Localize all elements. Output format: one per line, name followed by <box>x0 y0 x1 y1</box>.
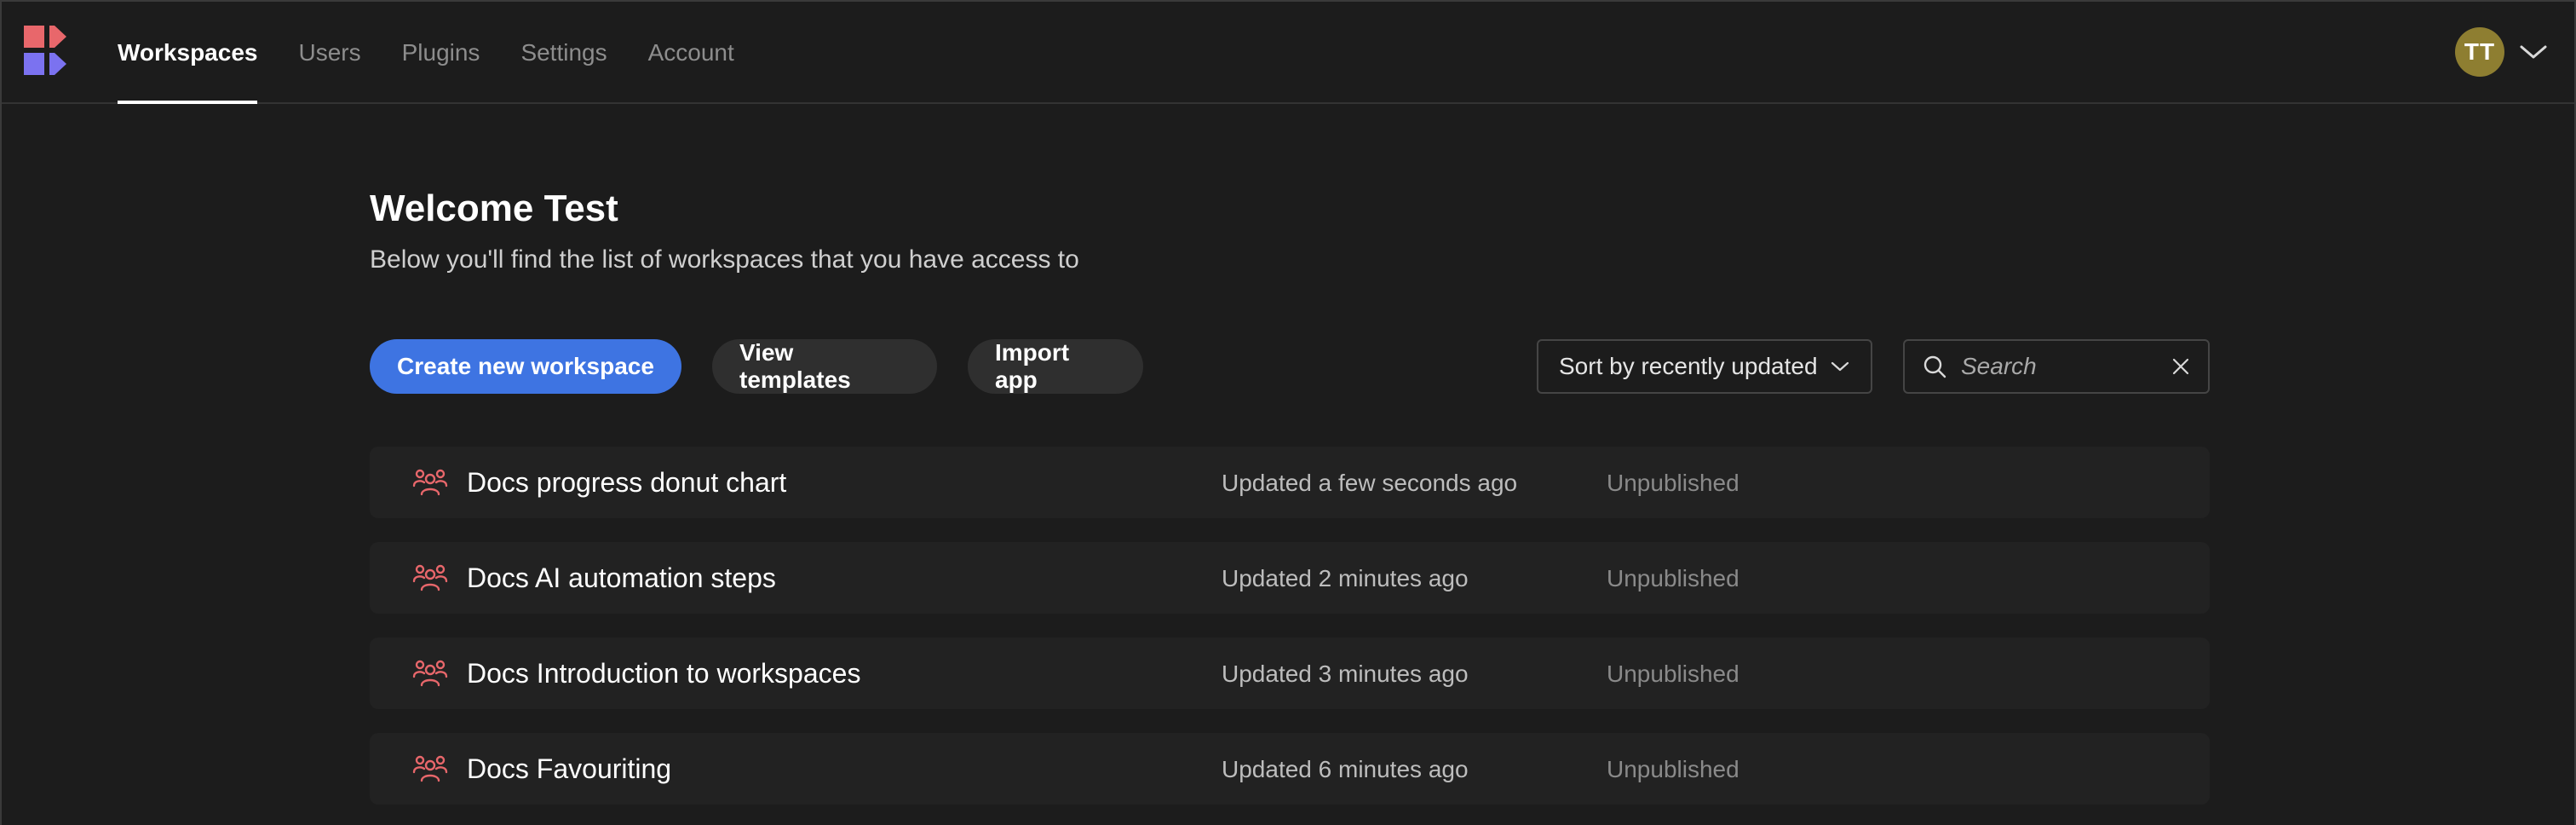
page-title: Welcome Test <box>370 188 618 229</box>
users-group-icon <box>412 660 448 687</box>
tab-workspaces[interactable]: Workspaces <box>118 2 258 104</box>
tab-settings[interactable]: Settings <box>520 2 607 104</box>
workspace-row[interactable]: Docs Introduction to workspaces Updated … <box>370 638 2210 709</box>
import-app-button[interactable]: Import app <box>968 339 1143 394</box>
workspace-status: Unpublished <box>1607 470 1739 496</box>
close-icon[interactable] <box>2171 356 2191 377</box>
tab-users[interactable]: Users <box>298 2 360 104</box>
avatar[interactable]: TT <box>2455 27 2504 77</box>
user-menu[interactable]: TT <box>2455 27 2549 77</box>
tab-plugins[interactable]: Plugins <box>402 2 480 104</box>
workspace-list: Docs progress donut chart Updated a few … <box>370 447 2210 825</box>
workspace-updated: Updated 3 minutes ago <box>1222 661 1469 687</box>
workspace-name[interactable]: Docs Favouriting <box>467 753 671 785</box>
users-group-icon <box>412 469 448 496</box>
workspace-status: Unpublished <box>1607 565 1739 591</box>
search-input[interactable] <box>1961 353 2160 380</box>
workspace-updated: Updated a few seconds ago <box>1222 470 1518 496</box>
workspace-name[interactable]: Docs Introduction to workspaces <box>467 658 860 689</box>
workspace-name[interactable]: Docs AI automation steps <box>467 562 776 594</box>
workspace-name[interactable]: Docs progress donut chart <box>467 467 786 499</box>
chevron-down-icon[interactable] <box>2518 42 2549 62</box>
users-group-icon <box>412 564 448 591</box>
action-buttons: Create new workspace View templates Impo… <box>370 339 1174 394</box>
app-root: Workspaces Users Plugins Settings Accoun… <box>0 0 2576 825</box>
sort-dropdown[interactable]: Sort by recently updated <box>1537 339 1872 394</box>
workspace-updated: Updated 2 minutes ago <box>1222 565 1469 591</box>
page-subtitle: Below you'll find the list of workspaces… <box>370 245 1079 274</box>
search-icon <box>1923 355 1946 378</box>
workspace-row[interactable]: Docs progress donut chart Updated a few … <box>370 447 2210 518</box>
workspace-row[interactable]: Docs Favouriting Updated 6 minutes ago U… <box>370 733 2210 805</box>
workspace-status: Unpublished <box>1607 756 1739 782</box>
workspace-updated: Updated 6 minutes ago <box>1222 756 1469 782</box>
tab-account[interactable]: Account <box>648 2 734 104</box>
search-box[interactable] <box>1903 339 2210 394</box>
logo-icon[interactable] <box>24 26 77 78</box>
sort-label: Sort by recently updated <box>1559 353 1818 379</box>
workspace-row[interactable]: Docs AI automation steps Updated 2 minut… <box>370 542 2210 614</box>
create-workspace-button[interactable]: Create new workspace <box>370 339 681 394</box>
top-navigation: Workspaces Users Plugins Settings Accoun… <box>2 2 2574 104</box>
workspace-status: Unpublished <box>1607 661 1739 687</box>
view-templates-button[interactable]: View templates <box>712 339 937 394</box>
chevron-down-icon <box>1831 361 1849 372</box>
users-group-icon <box>412 755 448 782</box>
nav-tabs: Workspaces Users Plugins Settings Accoun… <box>118 2 775 104</box>
